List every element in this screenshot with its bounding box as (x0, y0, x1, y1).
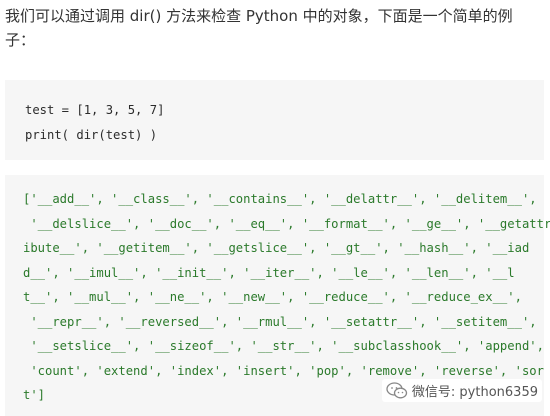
code-output-line: '__setslice__', '__sizeof__', '__str__',… (23, 339, 544, 353)
intro-line-2: 子： (5, 31, 36, 49)
intro-paragraph: 我们可以通过调用 dir() 方法来检查 Python 中的对象，下面是一个简单… (5, 4, 545, 52)
wechat-icon (386, 381, 408, 398)
code-output-line: ['__add__', '__class__', '__contains__',… (23, 192, 537, 206)
code-output-line: '__repr__', '__reversed__', '__rmul__', … (23, 314, 537, 329)
code-output-line: ibute__', '__getitem__', '__getslice__',… (23, 241, 530, 255)
watermark-text: 微信号: python6359 (411, 385, 538, 400)
wechat-watermark: 微信号: python6359 (381, 379, 542, 402)
code-output-line: d__', '__imul__', '__init__', '__iter__'… (23, 265, 515, 280)
code-input-line: print( dir(test) ) (25, 128, 158, 142)
code-output-line: t__', '__mul__', '__ne__', '__new__', '_… (23, 290, 522, 304)
code-output-line: '__delslice__', '__doc__', '__eq__', '__… (23, 216, 550, 231)
intro-line-1: 我们可以通过调用 dir() 方法来检查 Python 中的对象，下面是一个简单… (5, 7, 513, 25)
code-input-block: test = [1, 3, 5, 7] print( dir(test) ) (5, 80, 544, 160)
code-input-line: test = [1, 3, 5, 7] (25, 103, 165, 117)
